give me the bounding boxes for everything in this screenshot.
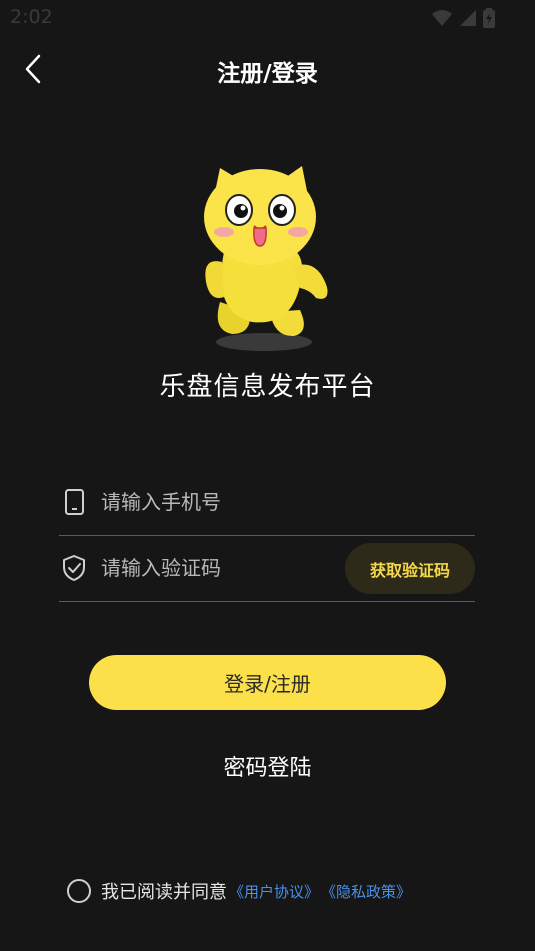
password-login-link[interactable]: 密码登陆 xyxy=(0,750,535,782)
agreement-text: 我已阅读并同意 xyxy=(101,882,227,903)
signal-icon xyxy=(460,10,476,26)
page-title: 注册/登录 xyxy=(217,61,318,87)
nav-bar: 注册/登录 xyxy=(0,44,535,94)
phone-field-row xyxy=(59,470,475,536)
code-field-row: 获取验证码 xyxy=(59,536,475,602)
phone-icon xyxy=(65,489,84,515)
status-time: 2:02 xyxy=(10,6,53,28)
privacy-policy-link[interactable]: 《隐私政策》 xyxy=(321,881,411,902)
get-code-button[interactable]: 获取验证码 xyxy=(345,543,475,594)
app-name: 乐盘信息发布平台 xyxy=(159,372,376,402)
verification-code-input[interactable] xyxy=(101,550,371,586)
status-bar: 2:02 xyxy=(0,0,535,36)
shield-check-icon xyxy=(63,555,85,581)
wifi-icon xyxy=(432,10,452,26)
battery-icon xyxy=(483,8,495,28)
agree-checkbox[interactable] xyxy=(67,879,91,903)
user-agreement-link[interactable]: 《用户协议》 xyxy=(229,881,319,902)
phone-input[interactable] xyxy=(101,484,371,520)
cat-mascot-logo xyxy=(204,166,328,351)
agreement-row: 我已阅读并同意 《用户协议》 《隐私政策》 xyxy=(67,876,411,906)
login-register-button[interactable]: 登录/注册 xyxy=(89,655,446,710)
status-icons xyxy=(431,8,495,28)
